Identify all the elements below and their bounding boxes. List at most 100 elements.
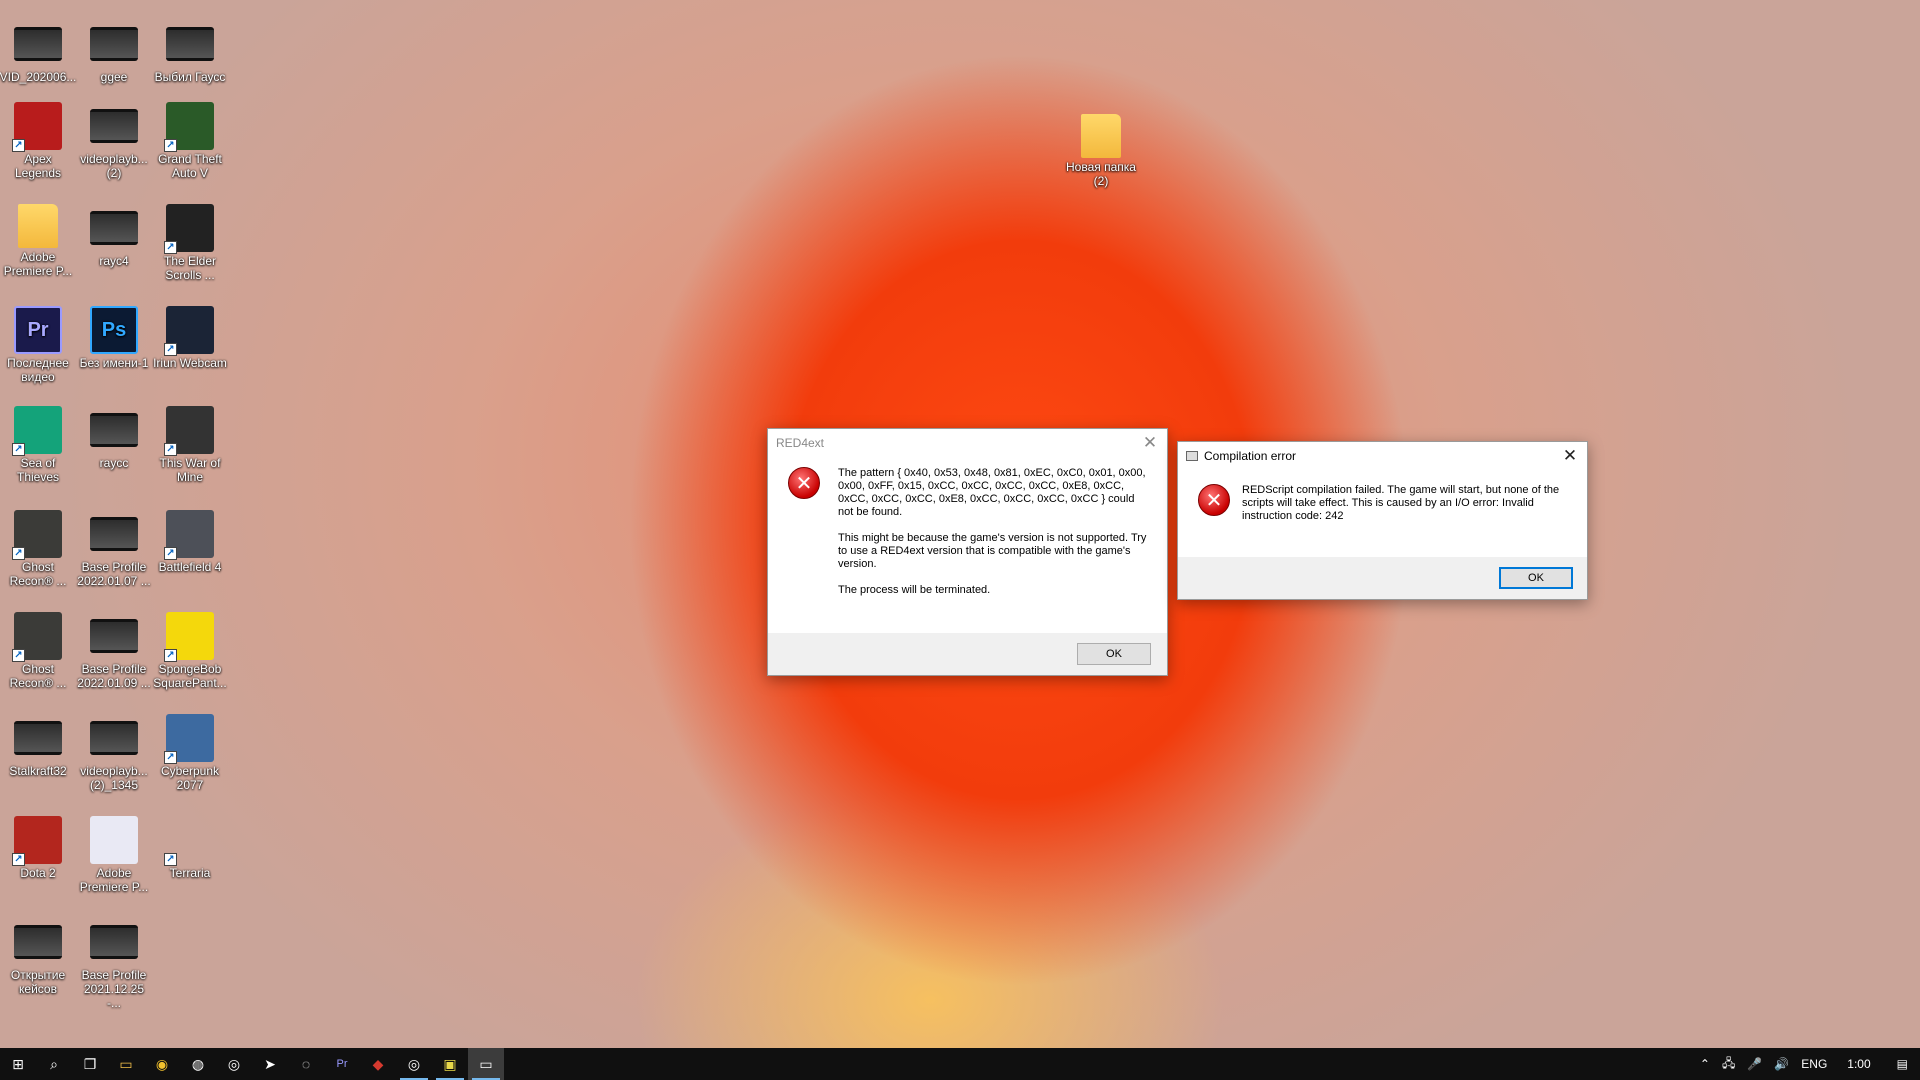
skyrim-icon: ↗ [164, 204, 214, 254]
desktop-icon-label: SpongeBob SquarePant... [153, 662, 227, 690]
desktop-icon-label: Base Profile 2021.12.25 -... [81, 968, 147, 1010]
desktop-icon[interactable]: ↗ The Elder Scrolls ... [152, 202, 228, 300]
desktop-icon[interactable]: videoplayb... (2) [76, 100, 152, 198]
desktop-icon[interactable]: Base Profile 2022.01.09 ... [76, 610, 152, 708]
shortcut-arrow-icon: ↗ [12, 547, 25, 560]
compilation-error-dialog: Compilation error ✕ ✕ REDScript compilat… [1177, 441, 1588, 600]
spongebob-icon: ↗ [164, 612, 214, 662]
error-icon: ✕ [788, 467, 820, 499]
desktop-icon[interactable]: ↗ Cyberpunk 2077 [152, 712, 228, 810]
volume-icon[interactable]: 🔊 [1768, 1057, 1795, 1071]
video-thumbnail-icon [166, 27, 214, 61]
language-indicator[interactable]: ENG [1795, 1057, 1833, 1071]
shortcut-arrow-icon: ↗ [164, 649, 177, 662]
taskbar: ⊞ ⌕ ❐ ▭ ◉ ◍ ◎ ➤ ◌ Pr ◆ ◎ ▣ ▭ ⌃ 🖧 🎤 🔊 ENG 1:00 ▤ [0, 1048, 1920, 1080]
telegram-icon[interactable]: ➤ [252, 1048, 288, 1080]
obs-icon[interactable]: ◌ [288, 1048, 324, 1080]
sea-of-thieves-icon: ↗ [12, 406, 62, 456]
desktop-icon[interactable]: ↗ Iriun Webcam [152, 304, 228, 402]
desktop-icon[interactable]: ↗ Dota 2 [0, 814, 76, 912]
dialog-message: REDScript compilation failed. The game w… [1242, 484, 1560, 522]
desktop-icon-label: videoplayb... (2)_1345 [80, 764, 148, 792]
search-icon[interactable]: ⌕ [36, 1048, 72, 1080]
terraria-icon: ↗ [164, 816, 214, 866]
photoshop-document-icon: Ps [90, 306, 138, 354]
desktop-icon-label: Stalkraft32 [9, 764, 67, 778]
desktop-icon[interactable]: ↗ Ghost Recon® ... [0, 610, 76, 708]
image-thumbnail-icon [90, 211, 138, 245]
desktop-icon-label: Adobe Premiere P... [3, 250, 73, 278]
desktop-icon-label: Base Profile 2022.01.09 ... [77, 662, 151, 690]
desktop-icon-label: Adobe Premiere P... [79, 866, 149, 894]
windows-start-icon[interactable]: ⊞ [0, 1048, 36, 1080]
shortcut-arrow-icon: ↗ [164, 241, 177, 254]
cyberpunk-running-icon[interactable]: ▣ [432, 1048, 468, 1080]
premiere-installer-icon [90, 816, 138, 864]
desktop-icon[interactable]: ↗ Sea of Thieves [0, 404, 76, 502]
desktop-icon[interactable]: ↗ This War of Mine [152, 404, 228, 502]
apex-legends-icon: ↗ [12, 102, 62, 152]
desktop-folder-new-folder-2[interactable]: Новая папка (2) [1063, 112, 1139, 210]
video-thumbnail-icon [90, 27, 138, 61]
ok-button[interactable]: OK [1499, 567, 1573, 589]
dialog-titlebar[interactable]: RED4ext ✕ [768, 429, 1167, 457]
cyberpunk-icon: ↗ [164, 714, 214, 764]
network-icon[interactable]: 🖧 [1716, 1054, 1741, 1075]
desktop-icon[interactable]: Base Profile 2021.12.25 -... [76, 916, 152, 1014]
image-thumbnail-icon [90, 619, 138, 653]
desktop-icon[interactable]: ↗ Battlefield 4 [152, 508, 228, 606]
desktop-icon[interactable]: Pr Последнее видео [0, 304, 76, 402]
desktop-icon[interactable]: videoplayb... (2)_1345 [76, 712, 152, 810]
steam-running-icon[interactable]: ◎ [396, 1048, 432, 1080]
close-icon[interactable]: ✕ [1137, 431, 1163, 455]
microphone-icon[interactable]: 🎤 [1741, 1057, 1768, 1071]
desktop-icon[interactable]: rayc4 [76, 202, 152, 300]
dialog-body: ✕ The pattern { 0x40, 0x53, 0x48, 0x81, … [768, 457, 1167, 597]
close-icon[interactable]: ✕ [1557, 444, 1583, 468]
dialog-running-icon[interactable]: ▭ [468, 1048, 504, 1080]
desktop-icon[interactable]: ↗ Ghost Recon® ... [0, 508, 76, 606]
notification-icon[interactable]: ▤ [1885, 1057, 1920, 1071]
desktop-icon[interactable]: Stalkraft32 [0, 712, 76, 810]
video-thumbnail-icon [90, 413, 138, 447]
desktop-icon[interactable]: Base Profile 2022.01.07 ... [76, 508, 152, 606]
desktop-icon[interactable]: ↗ Grand Theft Auto V [152, 100, 228, 198]
battlefield-4-icon: ↗ [164, 510, 214, 560]
dialog-titlebar[interactable]: Compilation error ✕ [1178, 442, 1587, 470]
desktop-icon-label: Apex Legends [14, 152, 62, 180]
discord-icon[interactable]: ◍ [180, 1048, 216, 1080]
clock[interactable]: 1:00 [1833, 1057, 1884, 1071]
desktop-icon[interactable]: Открытие кейсов [0, 916, 76, 1014]
desktop-icon[interactable]: ↗ Apex Legends [0, 100, 76, 198]
game-icon[interactable]: ◆ [360, 1048, 396, 1080]
ok-button[interactable]: OK [1077, 643, 1151, 665]
dialog-title: RED4ext [776, 436, 825, 450]
shortcut-arrow-icon: ↗ [164, 343, 177, 356]
system-tray: ⌃ 🖧 🎤 🔊 ENG 1:00 ▤ [1694, 1048, 1920, 1080]
shortcut-arrow-icon: ↗ [12, 139, 25, 152]
desktop-icon-label: Cyberpunk 2077 [160, 764, 220, 792]
gta-v-icon: ↗ [164, 102, 214, 152]
shortcut-arrow-icon: ↗ [164, 547, 177, 560]
desktop-icon[interactable]: raycc [76, 404, 152, 502]
chrome-icon[interactable]: ◉ [144, 1048, 180, 1080]
shortcut-arrow-icon: ↗ [164, 139, 177, 152]
video-thumbnail-icon [90, 721, 138, 755]
desktop-icon[interactable]: ↗ Terraria [152, 814, 228, 912]
desktop-icon-label: Ghost Recon® ... [9, 560, 67, 588]
steam-icon[interactable]: ◎ [216, 1048, 252, 1080]
premiere-pro-icon[interactable]: Pr [324, 1048, 360, 1080]
image-thumbnail-icon [90, 925, 138, 959]
shortcut-arrow-icon: ↗ [164, 751, 177, 764]
chevron-up-icon[interactable]: ⌃ [1694, 1057, 1716, 1071]
image-thumbnail-icon [90, 517, 138, 551]
desktop-icon[interactable]: ↗ SpongeBob SquarePant... [152, 610, 228, 708]
file-explorer-icon[interactable]: ▭ [108, 1048, 144, 1080]
video-thumbnail-icon [14, 925, 62, 959]
task-view-icon[interactable]: ❐ [72, 1048, 108, 1080]
desktop-icon[interactable]: Adobe Premiere P... [0, 202, 76, 300]
desktop-icon[interactable]: Adobe Premiere P... [76, 814, 152, 912]
desktop-icon-label: raycc [99, 456, 129, 470]
dialog-message-version: This might be because the game's version… [838, 532, 1147, 570]
desktop-icon[interactable]: Ps Без имени-1 [76, 304, 152, 402]
